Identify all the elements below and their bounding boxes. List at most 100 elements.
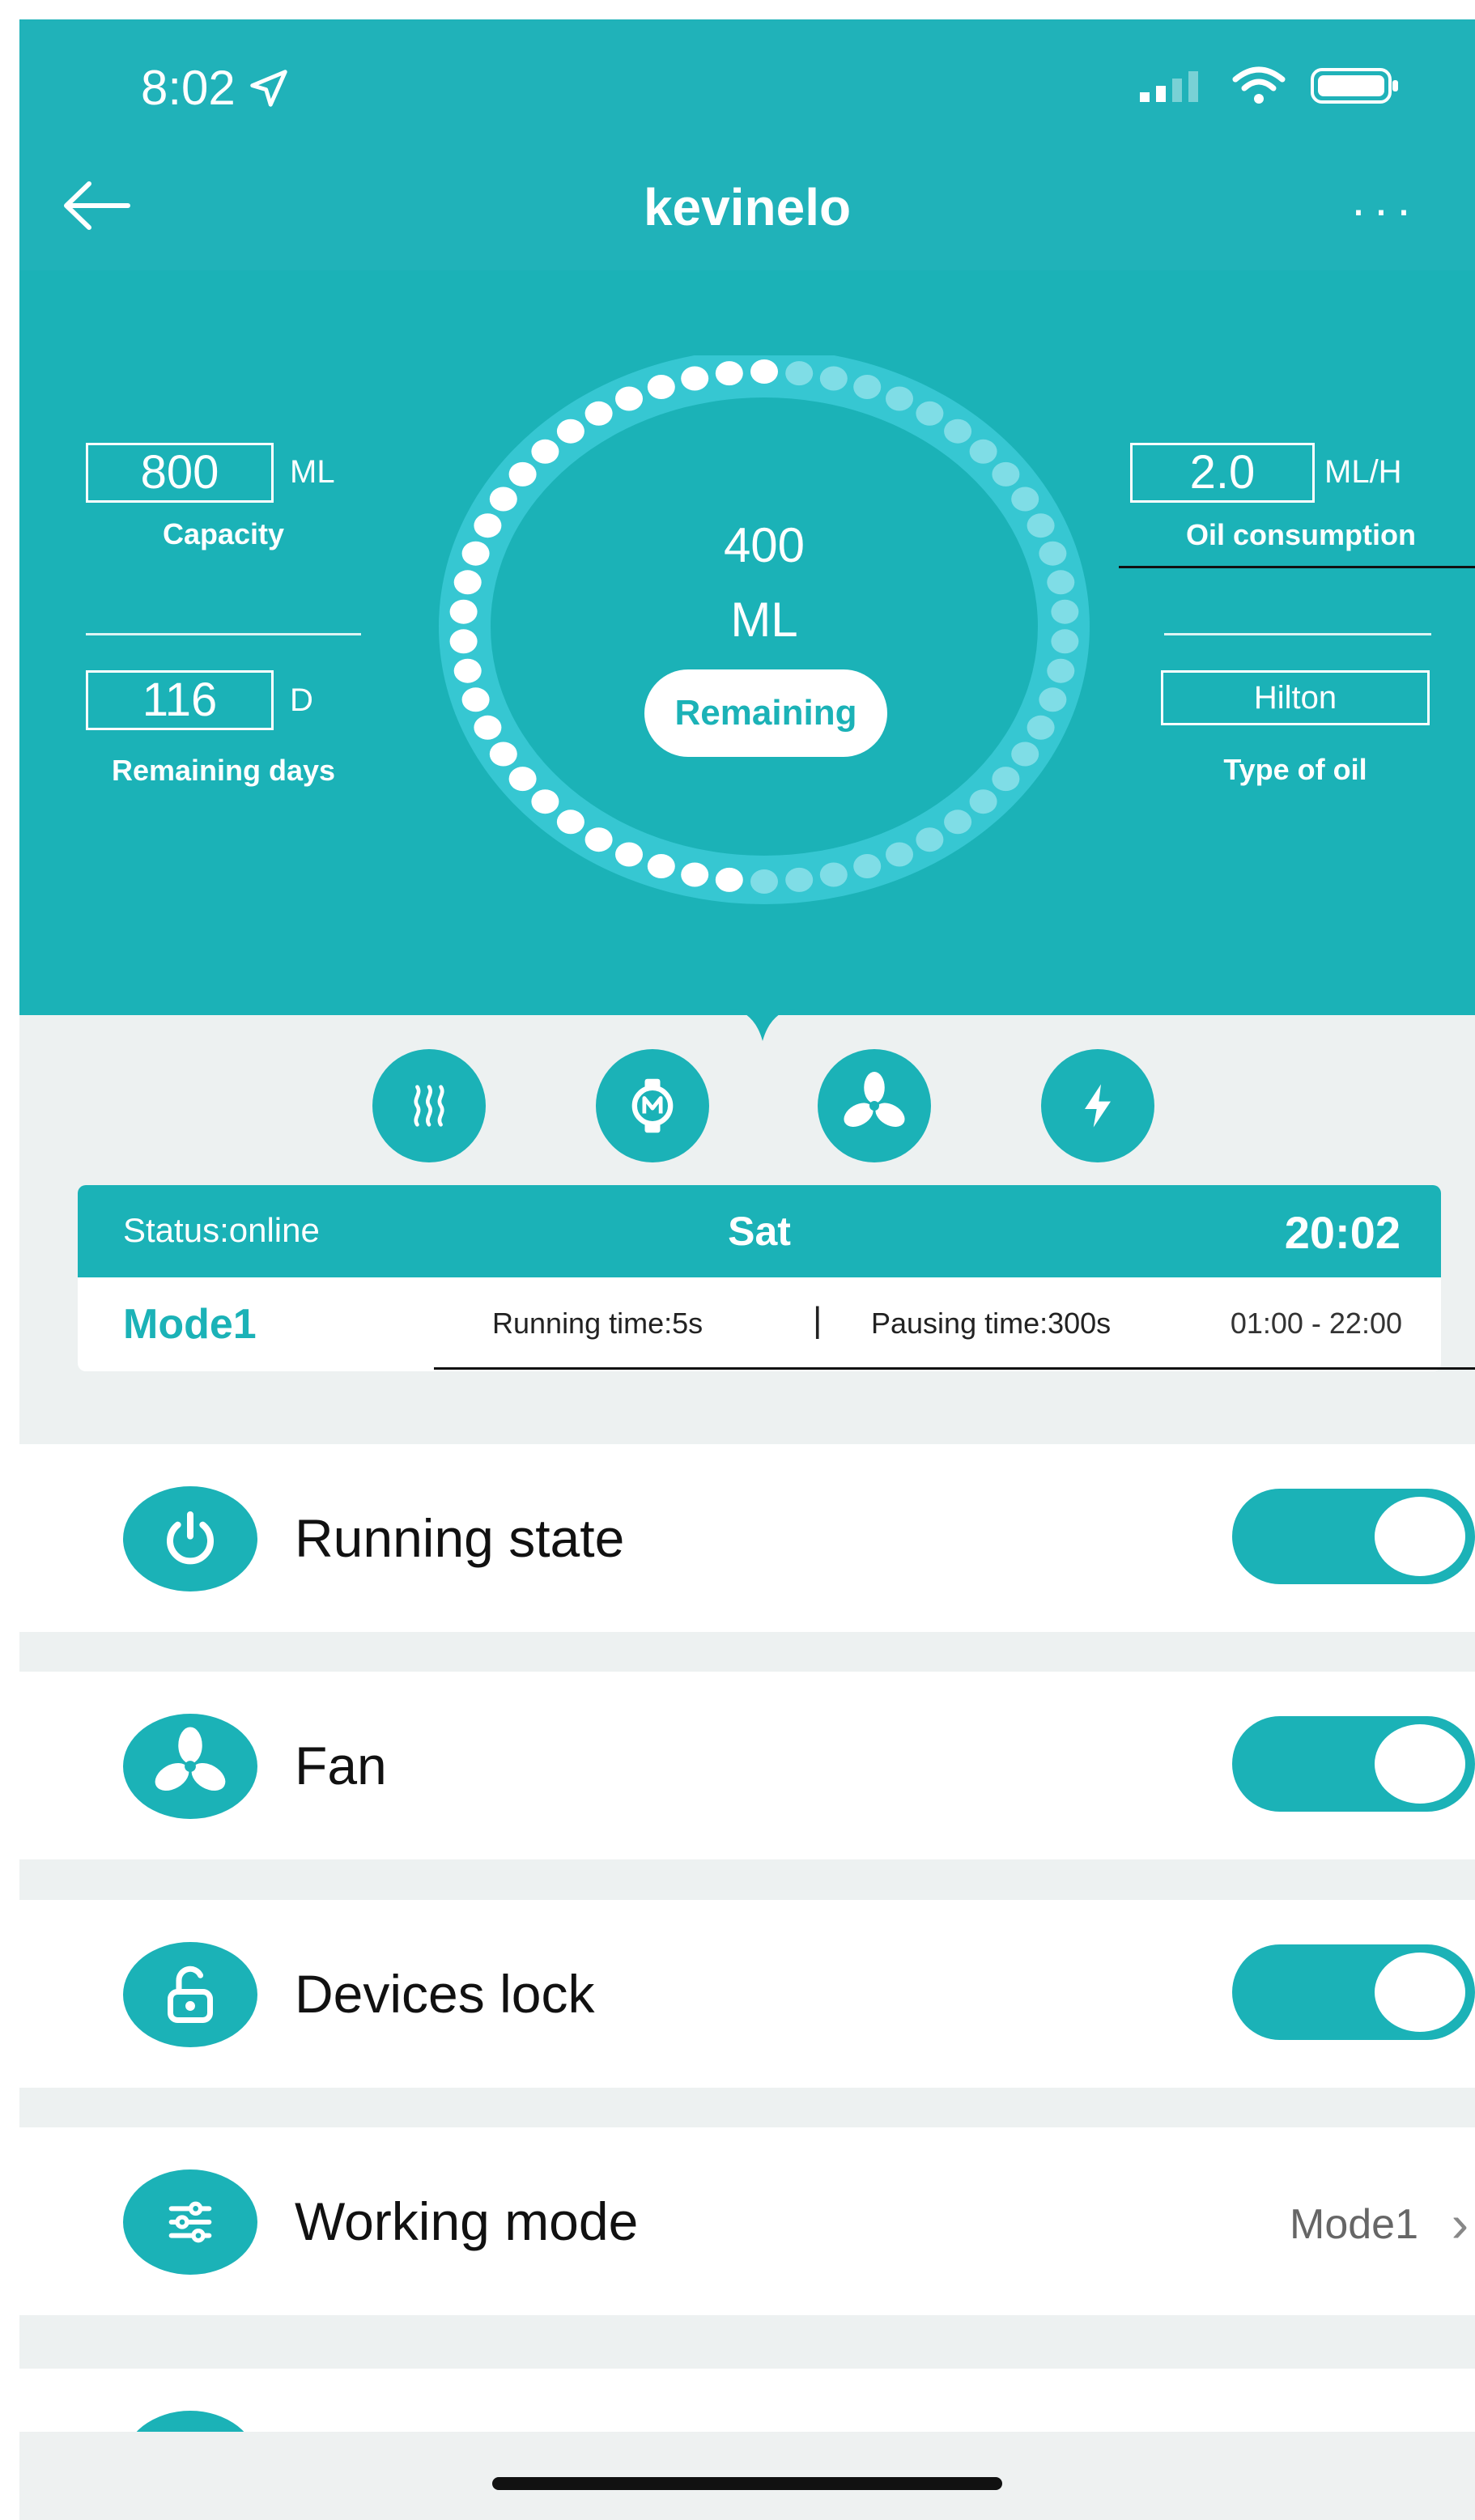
remaining-badge: Remaining [644,669,887,757]
home-indicator-area [19,2432,1475,2520]
gauge-dot-filled [750,359,778,384]
header-bar: 8:02 kevinelo ··· [19,19,1475,270]
gauge-dot-empty [853,854,882,878]
fan-label: Fan [295,1736,387,1795]
current-day: Sat [728,1209,791,1254]
capacity-label: Capacity [162,517,285,550]
remaining-unit: ML [730,593,798,647]
pausing-time: Pausing time:300s [871,1307,1112,1340]
sliders-icon-badge [123,2169,257,2275]
working-mode-row[interactable]: Working mode Mode1 › [19,2127,1475,2315]
status-time: 8:02 [141,60,291,116]
devices-lock-label: Devices lock [295,1964,595,2024]
power-bolt-icon [1085,1084,1111,1128]
gauge-dot-empty [785,361,814,386]
gauge-dot-empty [886,386,913,411]
signal-icon [1140,71,1198,102]
current-time: 20:02 [1284,1207,1401,1258]
wifi-icon [1232,66,1286,104]
timer-button[interactable] [596,1049,709,1162]
heat-button[interactable] [372,1049,486,1162]
gauge-dot-filled [531,789,559,814]
gauge-dot-filled [508,461,537,487]
gauge-dot-empty [992,461,1020,487]
watch-icon [631,1078,674,1133]
gauge-dot-empty [969,439,997,464]
gauge-dot-filled [489,742,517,767]
power-icon-badge [123,1486,257,1591]
gauge-dot-empty [969,789,997,814]
gauge-dot-filled [453,658,482,683]
oil-type-label: Type of oil [1223,753,1367,786]
fan-button[interactable] [818,1049,931,1162]
gauge-dot-filled [615,386,643,411]
remaining-days-value: 116 [86,670,274,730]
gauge-dot-empty [916,827,944,852]
power-icon [167,1511,214,1565]
devices-lock-toggle[interactable] [1232,1944,1475,2040]
divider [86,633,361,635]
oil-consumption-label: Oil consumption [1186,518,1416,551]
fan-icon [155,1727,226,1791]
oil-consumption-unit: ML/H [1324,454,1402,490]
sliders-icon [168,2201,212,2243]
working-mode-value: Mode1 [1290,2201,1418,2248]
gauge-dot-filled [647,854,675,878]
gauge-dot-filled [715,867,743,892]
fan-toggle[interactable] [1232,1716,1475,1812]
divider [434,1367,1475,1370]
gauge-dot-empty [1027,715,1055,740]
gauge-dot-empty [750,869,778,894]
running-state-row: Running state [19,1444,1475,1632]
schedule-hours: 01:00 - 22:00 [1230,1307,1402,1340]
gauge-dot-empty [853,375,882,399]
gauge-dot-empty [944,810,972,835]
gauge-dot-empty [819,862,848,887]
gauge-dot-filled [715,361,743,386]
gauge-dot-empty [1047,658,1075,683]
divider [1119,566,1475,568]
status-card: Status:online Sat 20:02 Mode1 Running ti… [78,1185,1441,1371]
remaining-oil-gauge: 400 ML Remaining [432,349,1096,906]
gauge-dot-empty [916,401,944,426]
separator: | [813,1300,823,1340]
fan-icon-badge [123,1714,257,1819]
home-indicator[interactable] [492,2477,1002,2490]
gauge-dot-filled [647,375,675,399]
gauge-dot-empty [785,867,814,892]
toggle-knob [1375,1724,1465,1804]
gauge-dot-filled [508,767,537,792]
gauge-dot-filled [489,487,517,512]
gauge-dot-filled [584,827,613,852]
remaining-amount: 400 [723,518,806,572]
gauge-dot-empty [1039,687,1067,712]
divider [1164,633,1431,635]
working-mode-label: Working mode [295,2191,639,2251]
fan-icon [844,1072,905,1127]
toggle-knob [1375,1497,1465,1576]
running-state-toggle[interactable] [1232,1489,1475,1584]
location-arrow-icon [250,69,287,107]
gauge-dot-filled [615,842,643,867]
more-options-button[interactable]: ··· [1350,181,1418,237]
oil-consumption-value: 2.0 [1130,443,1315,503]
lock-open-icon [168,1965,213,2023]
gauge-dot-empty [1011,487,1039,512]
capacity-unit: ML [290,454,335,490]
gauge-dot-filled [474,715,502,740]
gauge-dot-filled [681,862,709,887]
oil-type-value: Hilton [1161,670,1430,725]
gauge-dot-filled [453,570,482,595]
status-card-header: Status:online Sat 20:02 [78,1185,1441,1277]
gauge-dot-filled [584,401,613,426]
app-screen: 8:02 kevinelo ··· 800 ML Capacity 116 D … [19,19,1475,2520]
gauge-dot-empty [1011,742,1039,767]
heat-icon [414,1085,444,1127]
gauge-dot-empty [886,842,913,867]
toggle-knob [1375,1953,1465,2032]
power-button[interactable] [1041,1049,1154,1162]
devices-lock-row: Devices lock [19,1900,1475,2088]
current-mode: Mode1 [123,1301,257,1348]
gauge-dot-empty [992,767,1020,792]
battery-icon [1311,68,1398,104]
